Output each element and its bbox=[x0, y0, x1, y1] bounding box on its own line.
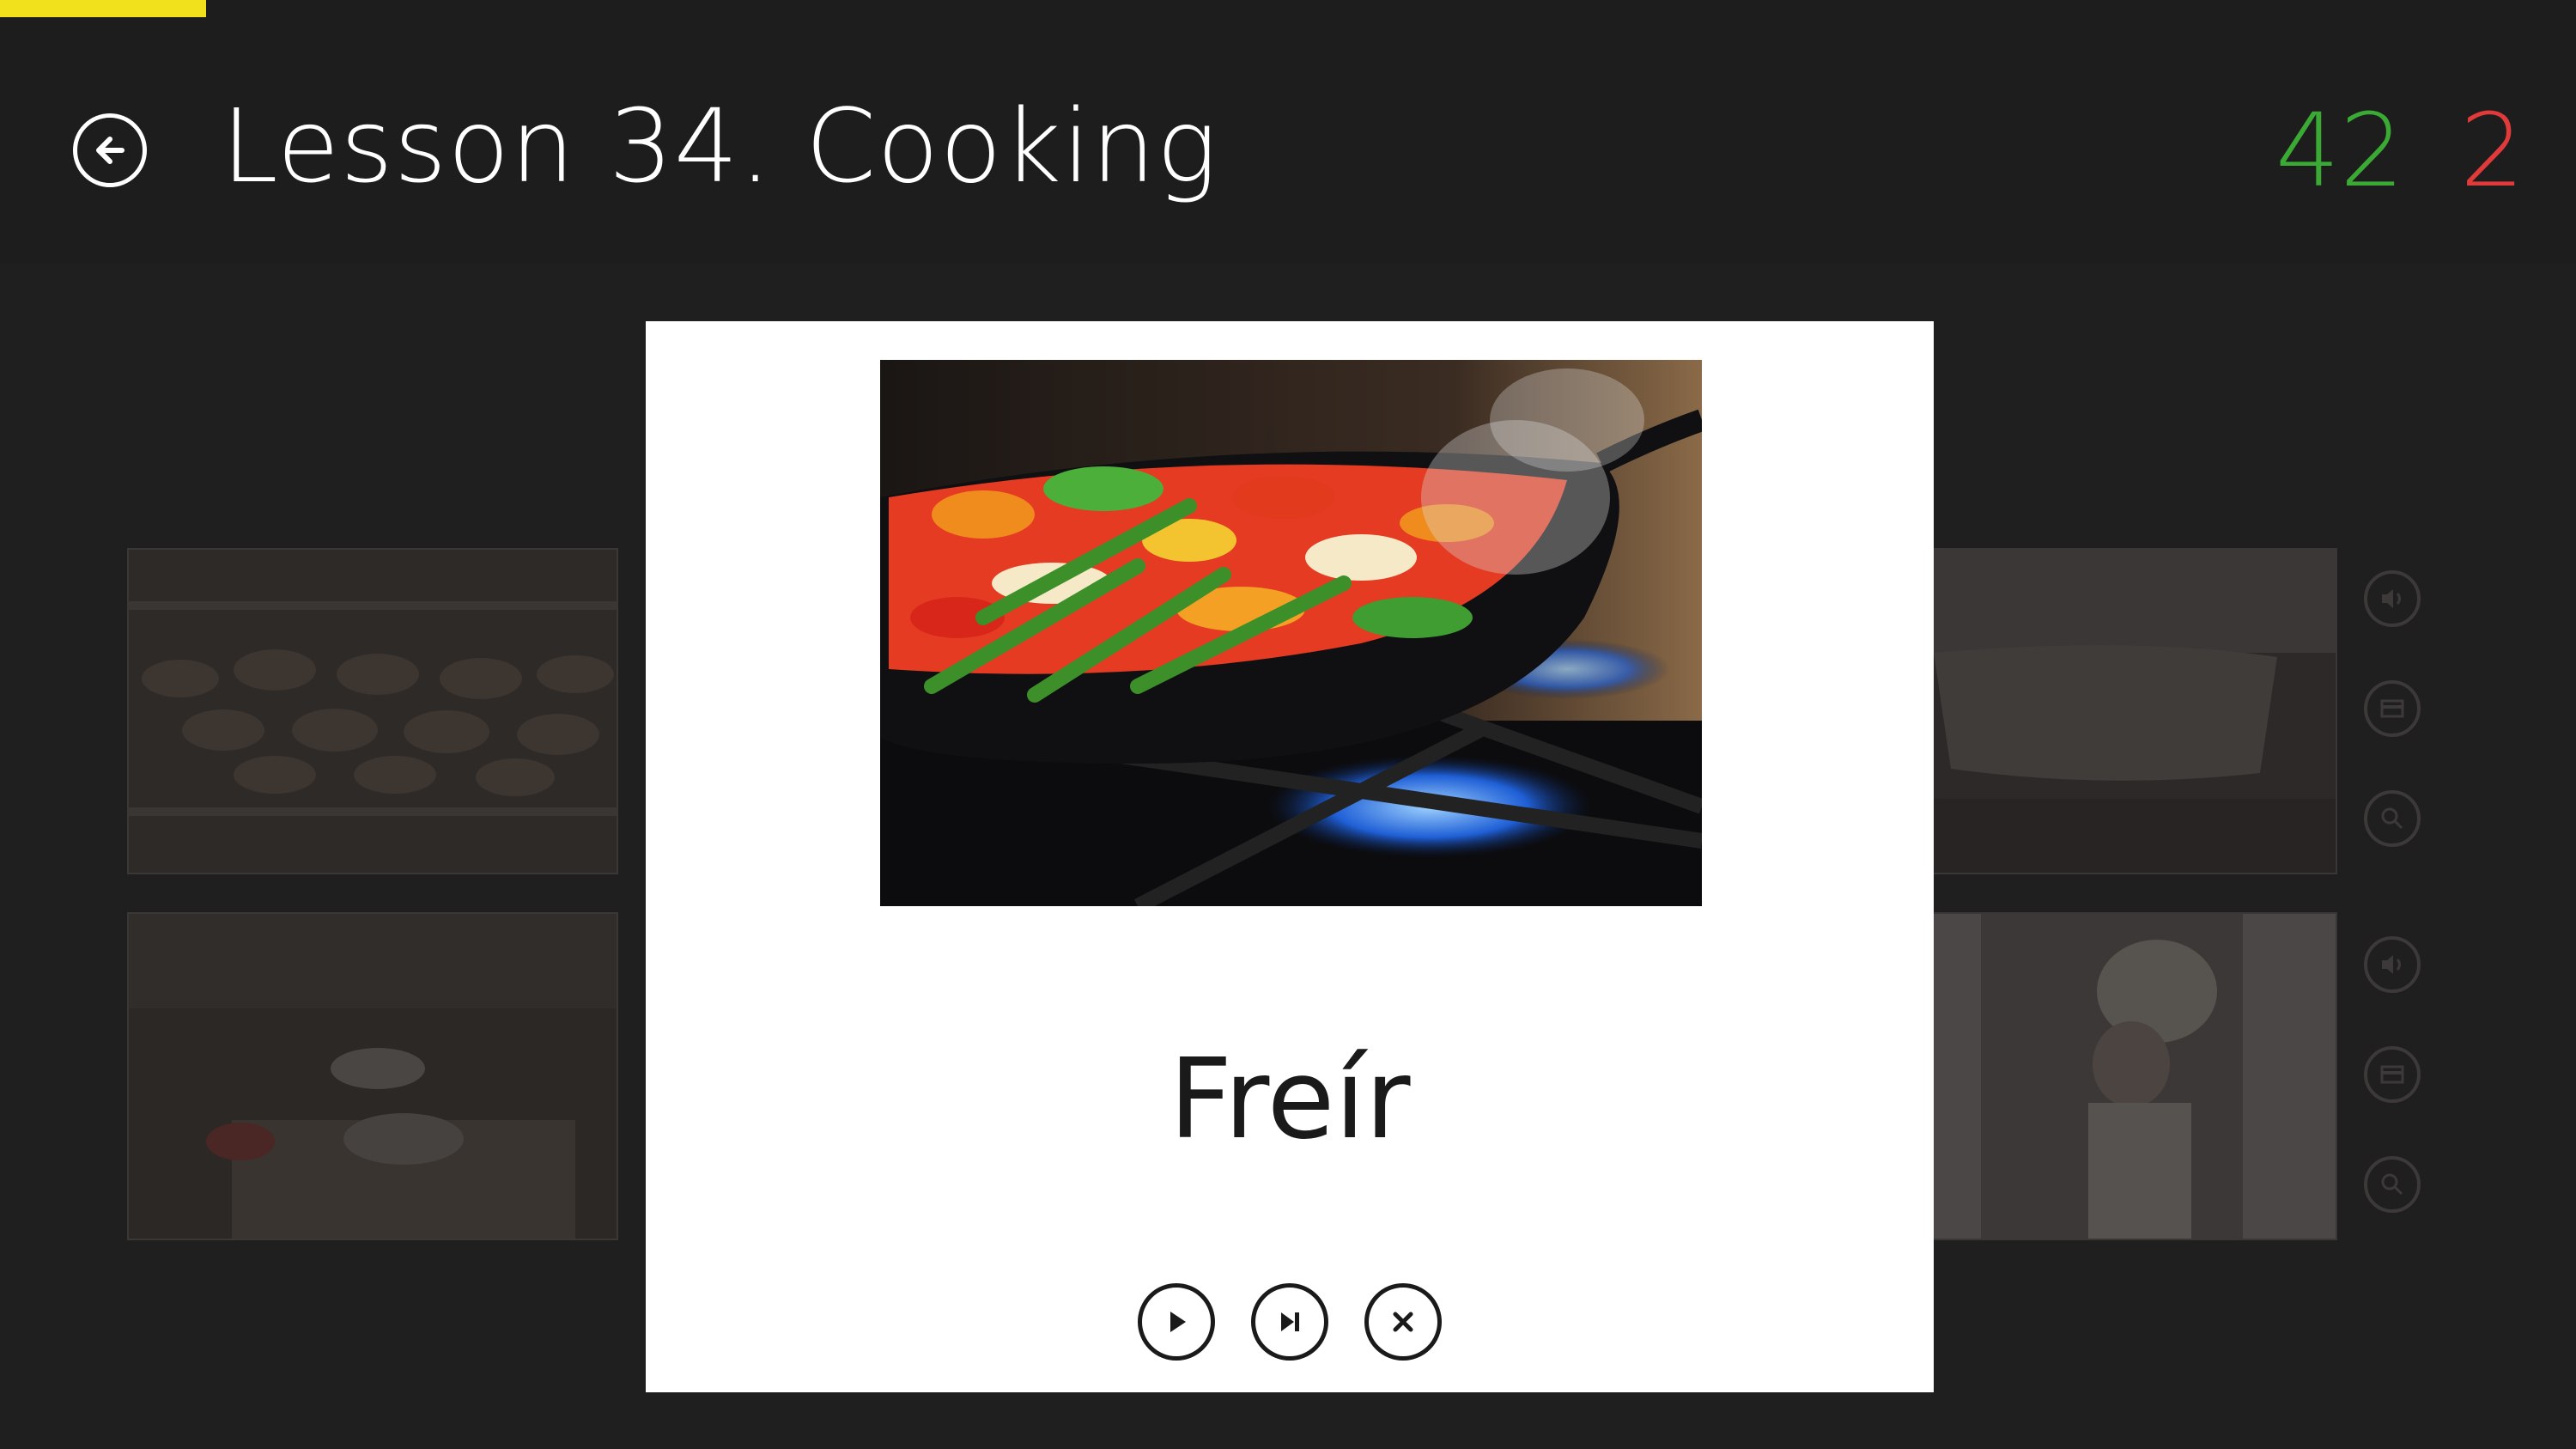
flashcard-word: Freír bbox=[1169, 1036, 1411, 1164]
card-icon[interactable] bbox=[2364, 1046, 2421, 1103]
background-card-chef bbox=[1934, 912, 2337, 1240]
speaker-icon[interactable] bbox=[2364, 936, 2421, 993]
background-card-boiling bbox=[1934, 548, 2337, 874]
play-icon bbox=[1170, 1312, 1186, 1332]
magnify-icon[interactable] bbox=[2364, 1156, 2421, 1213]
close-icon bbox=[1393, 1312, 1413, 1332]
speaker-icon[interactable] bbox=[2364, 570, 2421, 627]
progress-bar bbox=[0, 0, 206, 17]
oven-cookies-image bbox=[129, 550, 617, 873]
skip-next-icon bbox=[1281, 1312, 1299, 1331]
correct-count: 42 bbox=[2275, 91, 2404, 210]
frying-pan-image bbox=[880, 360, 1702, 906]
flashcard-image bbox=[880, 360, 1702, 906]
skip-next-button[interactable] bbox=[1251, 1283, 1328, 1361]
flashcard: Freír bbox=[646, 321, 1934, 1392]
play-button[interactable] bbox=[1138, 1283, 1215, 1361]
close-button[interactable] bbox=[1364, 1283, 1442, 1361]
back-arrow-icon bbox=[96, 137, 125, 164]
back-button[interactable] bbox=[73, 113, 147, 187]
card-icon[interactable] bbox=[2364, 680, 2421, 737]
page-title: Lesson 34. Cooking bbox=[222, 87, 1218, 205]
magnify-icon[interactable] bbox=[2364, 790, 2421, 847]
background-card-oven bbox=[127, 548, 618, 874]
boiling-pot-image bbox=[1934, 550, 2336, 873]
chef-image bbox=[1934, 914, 2336, 1239]
wrong-count: 2 bbox=[2459, 91, 2524, 210]
background-card-kitchen bbox=[127, 912, 618, 1240]
kitchen-prep-image bbox=[129, 914, 617, 1239]
